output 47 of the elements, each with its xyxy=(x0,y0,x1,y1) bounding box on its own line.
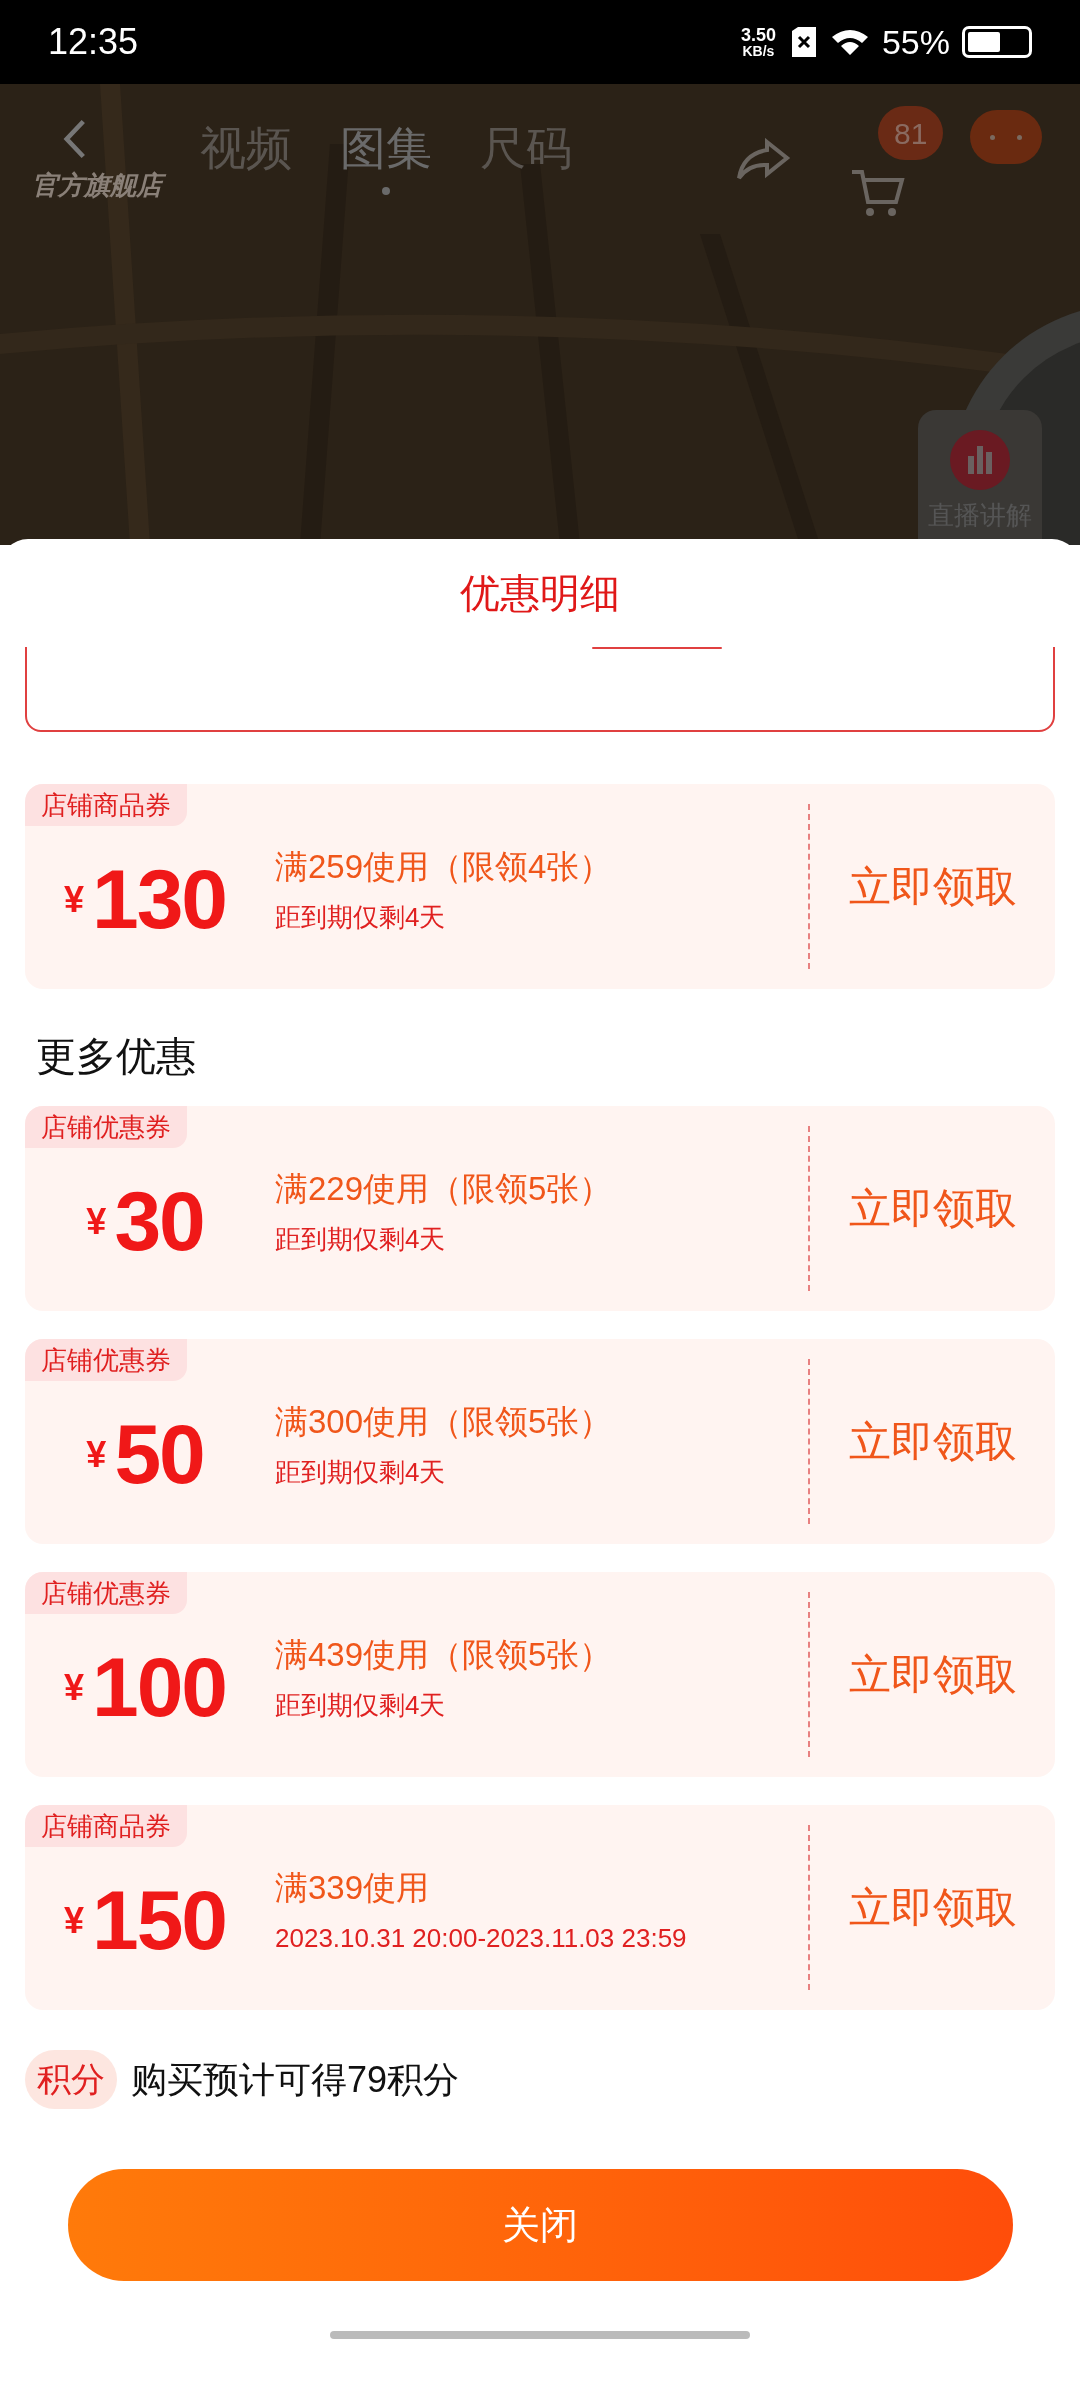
claim-button[interactable]: 立即领取 xyxy=(848,1643,1017,1706)
coupon-condition: 满259使用（限领4张） xyxy=(275,847,614,888)
claim-button[interactable]: 立即领取 xyxy=(848,1410,1017,1473)
coupon-tag: 店铺优惠券 xyxy=(25,1106,187,1148)
coupon-condition: 满300使用（限领5张） xyxy=(275,1402,614,1443)
coupon-validity: 距到期仅剩4天 xyxy=(275,1455,447,1489)
coupon-amount: 100 xyxy=(92,1645,226,1729)
coupon-validity: 距到期仅剩4天 xyxy=(275,1222,447,1256)
currency-symbol: ¥ xyxy=(86,1200,107,1244)
coupon-tag: 店铺优惠券 xyxy=(25,1572,187,1614)
points-tag: 积分 xyxy=(25,2050,117,2109)
battery-icon xyxy=(962,26,1032,58)
claim-button[interactable]: 立即领取 xyxy=(848,1876,1017,1939)
close-button[interactable]: 关闭 xyxy=(67,2169,1013,2281)
claim-button[interactable]: 立即领取 xyxy=(848,1177,1017,1240)
currency-symbol: ¥ xyxy=(64,878,85,922)
points-text: 购买预计可得79积分 xyxy=(131,2057,460,2102)
share-icon[interactable] xyxy=(735,138,791,182)
live-chart-icon xyxy=(950,430,1010,490)
coupon-validity: 距到期仅剩4天 xyxy=(275,1688,447,1722)
network-speed: 3.50 xyxy=(740,26,776,44)
coupon-condition: 满229使用（限领5张） xyxy=(275,1169,614,1210)
coupon-validity: 距到期仅剩4天 xyxy=(275,900,447,934)
currency-symbol: ¥ xyxy=(86,1433,107,1477)
claim-button[interactable]: 立即领取 xyxy=(848,855,1017,918)
coupon-tag: 店铺商品券 xyxy=(25,1805,187,1847)
network-unit: KB/s xyxy=(742,44,775,58)
store-logo: 官方旗舰店 xyxy=(26,164,168,206)
sim-icon xyxy=(791,27,816,57)
coupon-validity: 2023.10.31 20:00-2023.11.03 23:59 xyxy=(275,1921,688,1955)
battery-percent: 55% xyxy=(881,21,950,63)
sheet-title: 优惠明细 xyxy=(460,570,620,617)
coupon-amount: 30 xyxy=(114,1179,204,1263)
nav-tab[interactable]: 图集 xyxy=(340,114,432,195)
section-title: 更多优惠 xyxy=(36,1032,196,1080)
clock: 12:35 xyxy=(48,20,139,64)
currency-symbol: ¥ xyxy=(64,1899,85,1943)
nav-tab[interactable]: 视频 xyxy=(200,114,292,195)
coupon-amount: 50 xyxy=(114,1412,204,1496)
coupon-tag: 店铺商品券 xyxy=(25,784,187,826)
nav-tab[interactable]: 尺码 xyxy=(480,114,572,195)
coupon-tag: 店铺优惠券 xyxy=(25,1339,187,1381)
coupon-amount: 130 xyxy=(92,857,226,941)
currency-symbol: ¥ xyxy=(64,1666,85,1710)
coupon-condition: 满439使用（限领5张） xyxy=(275,1635,614,1676)
coupon-amount: 150 xyxy=(92,1878,226,1962)
coupon-condition: 满339使用 xyxy=(275,1868,431,1909)
